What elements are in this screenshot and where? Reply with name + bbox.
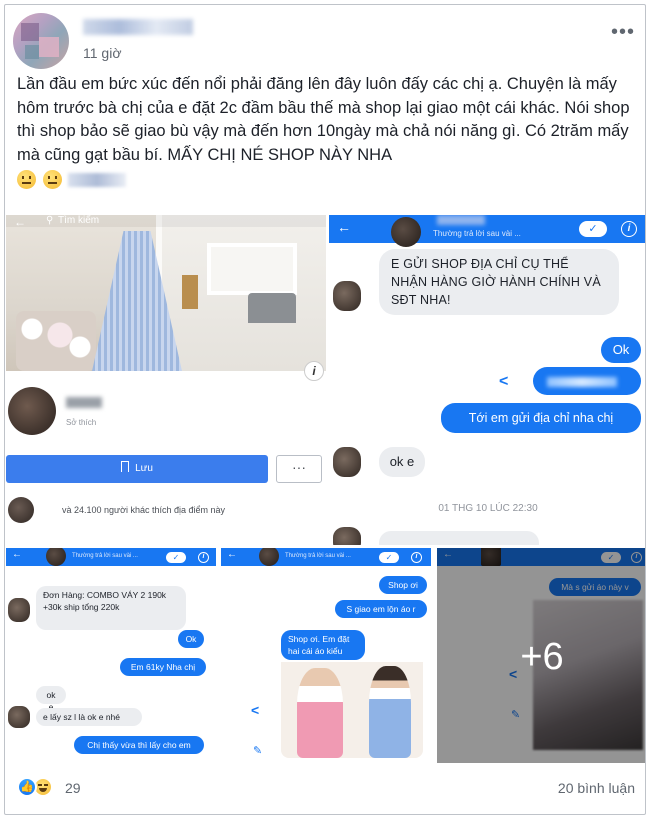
post-footer: 👍 29 20 bình luận [5, 767, 645, 813]
response-time: Thường trả lời sau vài ... [72, 553, 138, 559]
message-incoming: ok e [379, 447, 425, 477]
message-outgoing: Ok [178, 630, 204, 648]
emoji-line [17, 168, 639, 191]
more-button: ··· [276, 455, 322, 483]
shop-name-blurred [66, 397, 102, 408]
post-header: 11 giờ ••• [13, 11, 639, 71]
message-timestamp: 01 THG 10 LÚC 22:30 [438, 503, 538, 514]
save-button: Lưu [6, 455, 268, 483]
search-placeholder: Tìm kiếm [58, 215, 100, 226]
contact-avatar [333, 447, 361, 477]
info-icon: i [411, 552, 422, 563]
shop-avatar [46, 548, 66, 566]
neutral-face-emoji-icon [17, 170, 36, 190]
comments-link[interactable]: 20 bình luận [558, 780, 635, 796]
photo-tile-chat-main[interactable]: ← Thường trả lời sau vài ... ✓ i E GỬI S… [329, 215, 645, 545]
messenger-header: ← Thường trả lời sau vài ... ✓ i [6, 548, 216, 566]
contact-avatar [333, 281, 361, 311]
message-outgoing: Shop ơi. Em đặt hai cái áo kiểu này [281, 630, 365, 668]
message-outgoing: Shop ơi [379, 576, 427, 594]
back-arrow-icon: ← [12, 549, 22, 560]
message-incoming-partial [379, 531, 539, 545]
product-photo [6, 215, 326, 371]
photo-tile-product[interactable]: ← ⚲ Tìm kiếm i Sở thích Lưu ··· và 24.10… [6, 215, 326, 545]
shop-avatar [8, 387, 56, 435]
likes-text: và 24.100 người khác thích địa điểm này [62, 505, 226, 515]
message-outgoing: Tới em gửi địa chỉ nha chị [441, 403, 641, 433]
photo-tile-more[interactable]: ← ✓ i Mà s gửi áo này v < ✎ +6 [437, 548, 645, 763]
reaction-count: 29 [65, 780, 81, 796]
shop-category: Sở thích [66, 418, 97, 427]
photo-tile-chat-3[interactable]: ← Thường trả lời sau vài ... ✓ i Shop ơi… [221, 548, 431, 763]
check-icon: ✓ [166, 552, 186, 563]
shop-avatar [391, 217, 421, 247]
message-outgoing-blurred [533, 367, 641, 395]
neutral-face-emoji-icon [42, 170, 62, 190]
message-incoming: ok e [36, 686, 66, 712]
facebook-post: 11 giờ ••• Lần đầu em bức xúc đến nổi ph… [4, 4, 646, 815]
shop-name-blurred [437, 215, 485, 225]
back-arrow-icon: ← [227, 549, 237, 560]
post-text: Lần đầu em bức xúc đến nổi phải đăng lên… [17, 75, 630, 164]
info-icon: i [304, 361, 324, 381]
message-outgoing: Em 61ky Nha chị [120, 658, 206, 676]
shop-avatar [259, 548, 279, 566]
like-reaction-icon: 👍 [17, 777, 37, 797]
photo-grid: ← ⚲ Tìm kiếm i Sở thích Lưu ··· và 24.10… [5, 215, 645, 763]
more-photos-count[interactable]: +6 [437, 636, 645, 679]
share-icon: < [499, 373, 509, 390]
author-avatar[interactable] [13, 13, 69, 69]
message-outgoing: Chị thấy vừa thì lấy cho em [74, 736, 204, 754]
message-incoming: E GỬI SHOP ĐỊA CHỈ CỤ THỂ NHẬN HÀNG GIỜ … [379, 249, 619, 315]
friend-avatar [8, 497, 34, 523]
contact-avatar [8, 706, 30, 728]
info-icon: i [198, 552, 209, 563]
message-incoming: e lấy sz l là ok e nhé [36, 708, 142, 726]
blurred-text [68, 172, 127, 187]
info-icon: i [621, 221, 637, 237]
pencil-icon: ✎ [253, 745, 263, 757]
back-arrow-icon: ← [14, 215, 26, 229]
post-time[interactable]: 11 giờ [83, 45, 122, 61]
check-icon: ✓ [579, 221, 607, 237]
share-icon: < [251, 702, 260, 718]
bookmark-icon [121, 461, 130, 472]
contact-avatar [8, 598, 30, 622]
messenger-header: ← Thường trả lời sau vài ... ✓ i [329, 215, 645, 247]
search-icon: ⚲ [46, 215, 54, 226]
response-time: Thường trả lời sau vài ... [285, 553, 351, 559]
shirt-photo [281, 662, 423, 758]
messenger-header: ← Thường trả lời sau vài ... ✓ i [221, 548, 431, 566]
message-outgoing: S giao em lộn áo r [335, 600, 427, 618]
response-time: Thường trả lời sau vài ... [433, 229, 521, 238]
message-incoming: Đơn Hàng: COMBO VÁY 2 190k +30k ship tổn… [36, 586, 186, 630]
photo-tile-chat-2[interactable]: ← Thường trả lời sau vài ... ✓ i Đơn Hàn… [6, 548, 216, 763]
more-dots-icon[interactable]: ••• [611, 21, 635, 44]
back-arrow-icon: ← [337, 219, 351, 235]
message-outgoing: Ok [601, 337, 641, 363]
check-icon: ✓ [379, 552, 399, 563]
post-body: Lần đầu em bức xúc đến nổi phải đăng lên… [17, 73, 639, 191]
contact-avatar [333, 527, 361, 545]
author-name-blurred[interactable] [83, 19, 193, 35]
